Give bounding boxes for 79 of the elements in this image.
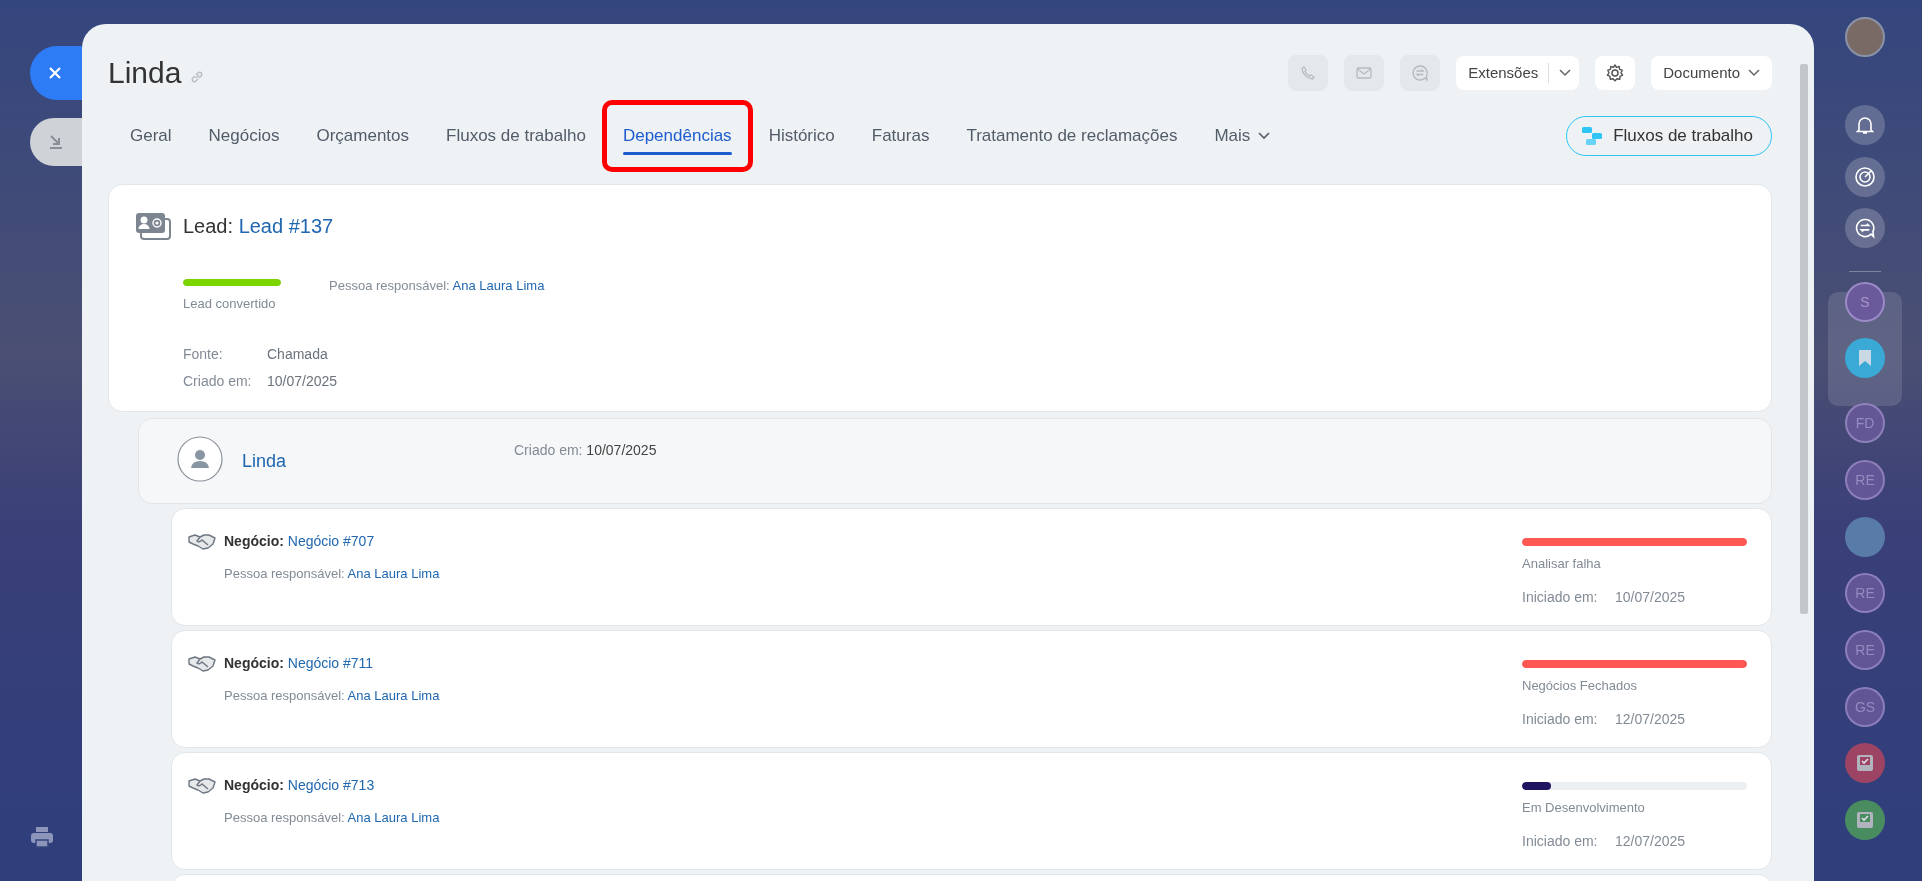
bookmark-button[interactable] xyxy=(1845,338,1885,378)
avatar-photo[interactable] xyxy=(1845,517,1885,557)
started-label: Iniciado em: xyxy=(1522,587,1599,607)
target-icon xyxy=(1854,166,1876,188)
chevron-down-icon xyxy=(1559,69,1572,77)
chat-swap-icon xyxy=(1411,64,1430,82)
started-date: 12/07/2025 xyxy=(1615,831,1686,851)
handshake-icon xyxy=(188,654,216,673)
settings-icon xyxy=(1605,63,1626,83)
lead-label: Lead: xyxy=(183,215,234,237)
created-label: Criado em: xyxy=(514,442,583,458)
responsible-link[interactable]: Ana Laura Lima xyxy=(347,566,440,581)
tab[interactable]: Orçamentos xyxy=(316,115,410,157)
arrow-to-corner-icon xyxy=(48,134,64,150)
settings-button[interactable] xyxy=(1595,56,1636,90)
started-label: Iniciado em: xyxy=(1522,709,1599,729)
tab[interactable]: Histórico xyxy=(768,115,835,157)
started-date: 12/07/2025 xyxy=(1615,709,1686,729)
scrollbar[interactable] xyxy=(1800,64,1808,614)
tab[interactable]: Fluxos de trabalho xyxy=(446,115,586,157)
field-value: 10/07/2025 xyxy=(267,371,338,391)
created-date: 10/07/2025 xyxy=(586,442,657,458)
deal-label: Negócio: xyxy=(224,533,284,549)
stage-label: Analisar falha xyxy=(1522,555,1602,573)
stage-label: Negócios Fechados xyxy=(1522,677,1638,695)
handshake-icon xyxy=(188,532,216,551)
close-icon xyxy=(48,66,62,80)
responsible-label: Pessoa responsável: xyxy=(224,810,345,825)
responsible-link[interactable]: Ana Laura Lima xyxy=(347,810,440,825)
chevron-down-icon xyxy=(1748,69,1760,77)
more-tab[interactable]: Mais xyxy=(1214,115,1271,157)
document-dropdown[interactable]: Documento xyxy=(1651,56,1772,90)
field-label: Fonte: xyxy=(183,344,224,364)
started-label: Iniciado em: xyxy=(1522,831,1599,851)
responsible-link[interactable]: Ana Laura Lima xyxy=(347,688,440,703)
tab[interactable]: Geral xyxy=(130,115,172,157)
workflow-icon xyxy=(1581,126,1604,146)
tab[interactable]: Dependências xyxy=(622,115,732,157)
target-button[interactable] xyxy=(1845,157,1885,197)
deal-label: Negócio: xyxy=(224,777,284,793)
chat-swap-icon xyxy=(1854,217,1876,239)
phone-icon xyxy=(1300,65,1317,81)
task-button[interactable] xyxy=(1845,743,1885,783)
chevron-down-icon xyxy=(1258,132,1271,140)
tab[interactable]: Negócios xyxy=(208,115,280,157)
envelope-icon xyxy=(1356,66,1373,80)
person-avatar-icon xyxy=(177,436,223,482)
started-date: 10/07/2025 xyxy=(1615,587,1686,607)
tab[interactable]: Tratamento de reclamações xyxy=(966,115,1178,157)
handshake-icon xyxy=(188,776,216,795)
stage-label: Lead convertido xyxy=(183,295,277,313)
checked-tray-icon xyxy=(1856,754,1874,772)
deal-link[interactable]: Negócio #707 xyxy=(287,533,375,549)
extensions-dropdown[interactable]: Extensões xyxy=(1456,56,1580,90)
page-title: Linda xyxy=(108,58,182,88)
deal-link[interactable]: Negócio #713 xyxy=(287,777,375,793)
chat-button[interactable] xyxy=(1845,208,1885,248)
contact-link[interactable]: Linda xyxy=(242,448,514,475)
lead-link[interactable]: Lead #137 xyxy=(238,215,334,237)
responsible-label: Pessoa responsável: xyxy=(224,688,345,703)
close-button[interactable] xyxy=(30,46,82,100)
contact-card-icon xyxy=(135,212,171,240)
field-value: Chamada xyxy=(267,344,328,364)
checked-tray-icon xyxy=(1856,811,1874,829)
responsible-link[interactable]: Ana Laura Lima xyxy=(452,278,545,293)
bell-icon xyxy=(1856,115,1874,135)
task-button[interactable] xyxy=(1845,800,1885,840)
responsible-label: Pessoa responsável: xyxy=(224,566,345,581)
collapse-button[interactable] xyxy=(30,118,82,166)
deal-link[interactable]: Negócio #711 xyxy=(287,655,374,671)
stage-label: Em Desenvolvimento xyxy=(1522,799,1646,817)
deal-label: Negócio: xyxy=(224,655,284,671)
printer-icon[interactable] xyxy=(30,826,54,848)
user-avatar-photo[interactable] xyxy=(1845,17,1885,57)
responsible-label: Pessoa responsável: xyxy=(329,278,450,293)
notification-button[interactable] xyxy=(1845,105,1885,145)
tab[interactable]: Faturas xyxy=(871,115,930,157)
bookmark-icon xyxy=(1858,349,1872,367)
field-label: Criado em: xyxy=(183,371,253,391)
